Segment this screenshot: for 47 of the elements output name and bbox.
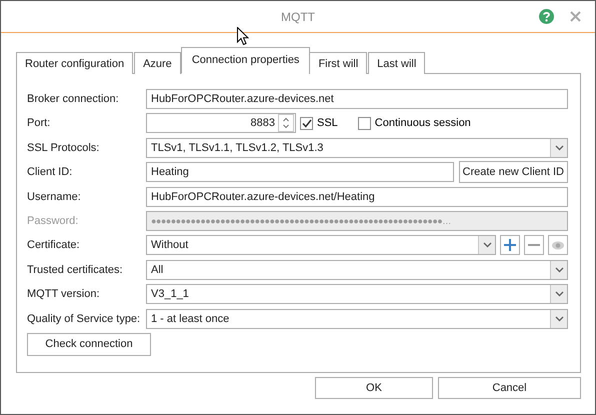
dropdown[interactable]: 1 - at least once (146, 308, 568, 329)
tab[interactable]: Last will (368, 52, 426, 74)
chevron-down-icon[interactable] (554, 291, 564, 298)
field-label: Broker connection: (27, 93, 120, 105)
plus-icon (504, 239, 516, 252)
dropdown[interactable]: Without (146, 235, 496, 256)
minus-button[interactable] (524, 235, 544, 256)
ok-button[interactable]: OK (315, 376, 433, 399)
chevron-down-icon[interactable] (554, 316, 564, 322)
checkbox[interactable] (358, 116, 371, 130)
field-label: Client ID: (27, 166, 74, 178)
field-label: Certificate: (27, 239, 81, 252)
field-label: Trusted certificates: (27, 264, 124, 276)
input-field[interactable]: HubForOPCRouter.azure-devices.net (146, 89, 568, 109)
field-label: Password: (27, 214, 80, 227)
checkbox-label: Continuous session (374, 117, 471, 130)
tab[interactable]: Connection properties (180, 47, 310, 74)
cancel-button[interactable]: Cancel (438, 376, 581, 399)
chevron-down-icon[interactable] (482, 242, 492, 248)
checkbox[interactable] (300, 116, 313, 130)
input-field[interactable]: Heating (146, 162, 454, 182)
spinner-icon[interactable] (278, 114, 294, 132)
close-icon[interactable] (570, 11, 581, 22)
field-label: Port: (27, 117, 52, 130)
cursor-icon (237, 27, 249, 46)
window-title: MQTT (281, 10, 315, 24)
field-label: Quality of Service type: (27, 312, 142, 325)
chevron-down-icon[interactable] (554, 144, 564, 151)
input-field[interactable]: HubForOPCRouter.azure-devices.net/Heating (146, 186, 568, 207)
tab[interactable]: Router configuration (16, 52, 134, 74)
tab[interactable]: First will (309, 52, 368, 74)
number-field[interactable]: 8883 (146, 113, 296, 134)
tab[interactable]: Azure (134, 52, 181, 74)
field-label: Username: (27, 190, 82, 203)
dropdown[interactable]: V3_1_1 (146, 284, 568, 304)
field-label: SSL Protocols: (27, 142, 100, 154)
dropdown[interactable]: All (146, 260, 568, 280)
check-connection-button[interactable]: Check connection (27, 332, 151, 356)
chevron-down-icon[interactable] (554, 266, 564, 273)
eye-button[interactable] (548, 235, 568, 256)
create-id-button[interactable]: Create new Client ID (458, 161, 568, 184)
checkbox-label: SSL (317, 117, 338, 130)
help-icon[interactable] (539, 9, 554, 24)
eye-icon (552, 240, 564, 250)
dropdown[interactable]: TLSv1, TLSv1.1, TLSv1.2, TLSv1.3 (146, 138, 568, 158)
field-label: MQTT version: (27, 288, 101, 300)
plus-button[interactable] (500, 235, 520, 256)
